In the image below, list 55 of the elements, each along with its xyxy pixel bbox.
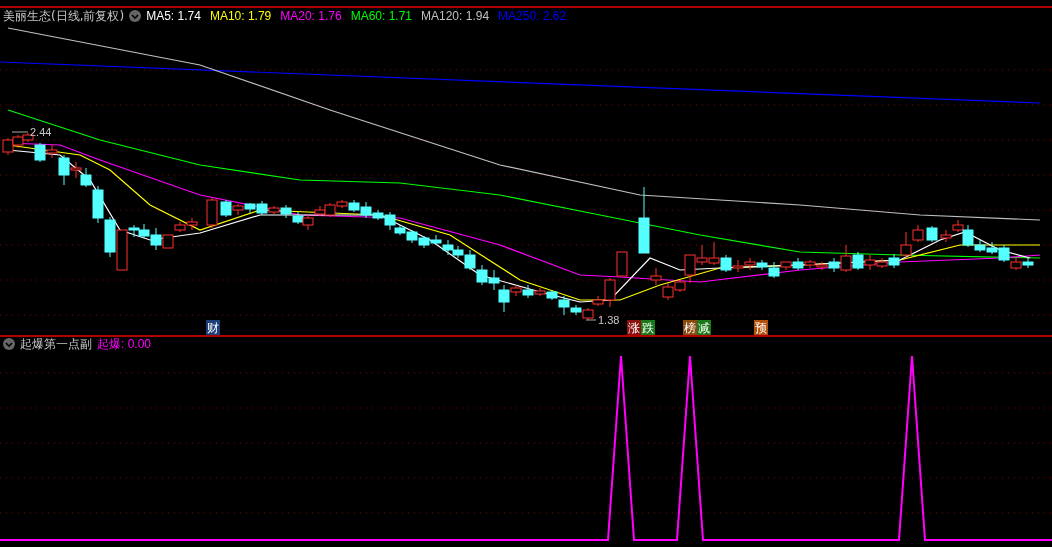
chevron-down-icon[interactable] [129,10,142,22]
indicator-value: 起爆: 0.00 [97,335,152,353]
candlestick [708,241,720,266]
ma-value: MA5: 1.74 [146,9,201,23]
candlestick [206,197,218,229]
chevron-down-icon[interactable] [3,338,15,350]
candlestick [732,259,744,273]
candlestick [348,199,360,213]
candlestick [1010,257,1022,271]
candlestick [430,234,442,246]
candlestick [720,254,732,273]
candlestick [442,239,454,256]
event-tag[interactable]: 榜 [683,320,697,335]
candlestick [186,217,198,231]
candlestick [616,251,628,277]
candlestick [804,259,816,269]
candlestick [476,264,488,286]
candlestick [174,221,186,233]
event-tag[interactable]: 涨 [627,320,641,335]
candlestick [998,244,1010,263]
event-tag[interactable]: 预 [754,320,768,335]
ma-value: MA120: 1.94 [421,9,490,23]
price-label: 2.44 [11,126,52,138]
event-tag[interactable]: 跌 [641,320,655,335]
candlestick [302,214,314,231]
candlestick [662,282,674,301]
candlestick [864,254,876,271]
candlestick [406,229,418,244]
candlestick [314,205,326,217]
candlestick [926,225,938,243]
candlestick [1022,257,1034,269]
candlestick [244,202,256,214]
event-tag[interactable]: 财 [206,320,220,335]
candlestick [940,229,952,243]
candlestick [876,257,888,269]
candlestick [744,257,756,271]
candlestick [986,241,998,255]
candlestick [292,211,304,225]
chart-title: 美丽生态(日线,前复权) [3,7,125,25]
price-label: 1.38 [585,314,620,326]
ma-value: MA10: 1.79 [209,9,272,23]
indicator-title: 起爆第一点副 [20,335,92,353]
event-tag[interactable]: 减 [697,320,711,335]
candlestick [104,216,116,258]
ma-value: MA60: 1.71 [350,9,412,23]
ma-value: MA250: 2.62 [498,9,567,23]
candlestick [488,269,500,291]
candlestick [12,134,24,149]
candlestick [638,186,650,254]
candlestick [792,257,804,271]
ma-value: MA20: 1.76 [280,9,342,23]
candlestick [650,267,662,286]
candlestick [418,235,430,249]
candlestick [696,244,708,266]
candlestick [582,307,594,321]
